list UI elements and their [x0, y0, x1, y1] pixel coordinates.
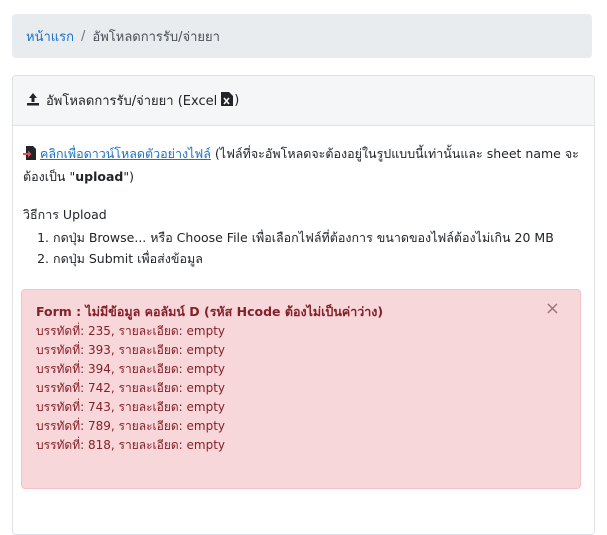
download-instructions: คลิกเพื่อดาวน์โหลดตัวอย่างไฟล์ (ไฟล์ที่จ… — [23, 144, 586, 187]
card-title-close: ) — [234, 93, 240, 108]
step-item: กดปุ่ม Submit เพื่อส่งข้อมูล — [53, 249, 586, 270]
download-note-end: ") — [123, 168, 134, 184]
breadcrumb: หน้าแรก / อัพโหลดการรับ/จ่ายยา — [12, 14, 592, 58]
steps-title: วิธีการ Upload — [23, 207, 107, 223]
alert-row: บรรทัดที่: 818, รายละเอียด: empty — [36, 437, 226, 452]
alert-row: บรรทัดที่: 742, รายละเอียด: empty — [36, 380, 226, 395]
upload-icon — [26, 92, 40, 110]
card-header: อัพโหลดการรับ/จ่ายยา (Excel ) — [13, 76, 594, 126]
close-icon[interactable]: × — [545, 300, 560, 318]
card-body: คลิกเพื่อดาวน์โหลดตัวอย่างไฟล์ (ไฟล์ที่จ… — [13, 126, 594, 490]
excel-file-icon — [221, 91, 234, 110]
card-title: อัพโหลดการรับ/จ่ายยา (Excel — [46, 94, 218, 109]
breadcrumb-separator: / — [81, 28, 86, 44]
alert-row: บรรทัดที่: 394, รายละเอียด: empty — [36, 361, 226, 376]
step-item: กดปุ่ม Browse... หรือ Choose File เพื่อเ… — [53, 228, 586, 249]
download-file-icon — [23, 146, 36, 167]
breadcrumb-home-link[interactable]: หน้าแรก — [26, 26, 74, 47]
upload-card: อัพโหลดการรับ/จ่ายยา (Excel ) คลิกเพื่อด… — [12, 75, 595, 535]
alert-row: บรรทัดที่: 393, รายละเอียด: empty — [36, 342, 226, 357]
download-sample-link[interactable]: คลิกเพื่อดาวน์โหลดตัวอย่างไฟล์ — [40, 146, 211, 161]
alert-row: บรรทัดที่: 235, รายละเอียด: empty — [36, 323, 226, 338]
error-alert: × Form : ไม่มีข้อมูล คอลัมน์ D (รหัส Hco… — [21, 289, 581, 490]
sheet-name-value: upload — [75, 168, 124, 184]
alert-row: บรรทัดที่: 789, รายละเอียด: empty — [36, 418, 226, 433]
breadcrumb-current: อัพโหลดการรับ/จ่ายยา — [92, 29, 220, 45]
steps-list: กดปุ่ม Browse... หรือ Choose File เพื่อเ… — [21, 228, 586, 269]
alert-title: Form : ไม่มีข้อมูล คอลัมน์ D (รหัส Hcode… — [36, 304, 384, 320]
alert-row: บรรทัดที่: 743, รายละเอียด: empty — [36, 399, 226, 414]
